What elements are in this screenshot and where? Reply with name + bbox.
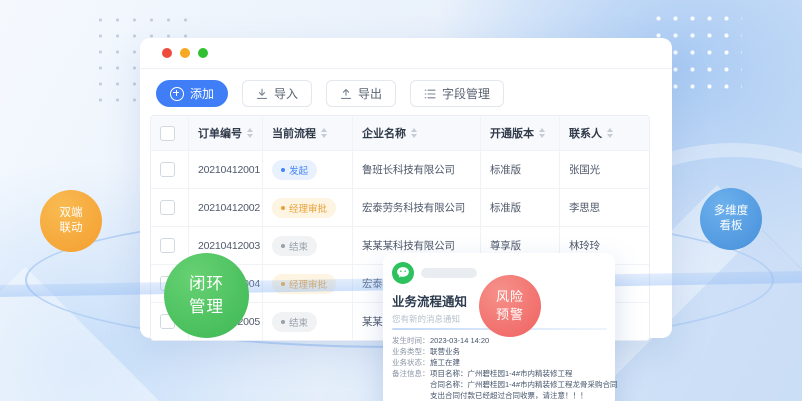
badge-text-line: 双端 xyxy=(60,206,83,221)
sender-placeholder xyxy=(421,268,477,278)
select-all-checkbox[interactable] xyxy=(160,126,175,141)
sort-icon[interactable] xyxy=(247,128,254,138)
badge-text-line: 预警 xyxy=(496,306,524,324)
row-checkbox[interactable] xyxy=(160,238,175,253)
window-titlebar xyxy=(140,38,672,69)
field-label: 备注信息： xyxy=(392,368,430,401)
remark-line: 支出合同付款已经超过合同收票，请注意！！！ xyxy=(430,390,618,401)
column-header-label: 订单编号 xyxy=(198,125,242,141)
download-icon xyxy=(256,88,268,100)
column-header-order-no[interactable]: 订单编号 xyxy=(188,116,262,150)
row-checkbox-cell xyxy=(151,151,188,188)
column-header-contact[interactable]: 联系人 xyxy=(559,116,649,150)
column-header-version[interactable]: 开通版本 xyxy=(480,116,559,150)
row-checkbox[interactable] xyxy=(160,162,175,177)
badge-closed-loop-management: 闭环 管理 xyxy=(164,253,249,338)
contact-cell: 张国光 xyxy=(559,151,649,188)
header-checkbox-cell xyxy=(151,116,188,150)
field-label: 业务类型： xyxy=(392,346,430,357)
remark-lines: 项目名称：广州碧桂园1-4#市内精装修工程 合同名称：广州碧桂园1-4#市内精装… xyxy=(430,368,618,401)
badge-text-line: 闭环 xyxy=(189,273,224,296)
page-background: 添加 导入 导出 字段管理 订单编号 当前流程 企业名称 开通版本 xyxy=(0,0,802,401)
export-button-label: 导出 xyxy=(358,85,382,102)
badge-text-line: 管理 xyxy=(189,296,224,319)
version-cell: 标准版 xyxy=(480,151,559,188)
table-header-row: 订单编号 当前流程 企业名称 开通版本 联系人 xyxy=(151,116,649,150)
upload-icon xyxy=(340,88,352,100)
status-badge: 结束 xyxy=(272,312,317,332)
field-value: 联营业务 xyxy=(430,346,460,357)
add-button-label: 添加 xyxy=(190,85,214,102)
badge-text-line: 联动 xyxy=(60,221,83,236)
company-cell: 宏泰劳务科技有限公司 xyxy=(352,189,480,226)
status-cell: 结束 xyxy=(262,303,352,340)
field-manage-button-label: 字段管理 xyxy=(442,85,490,102)
column-header-label: 联系人 xyxy=(569,125,602,141)
badge-text-line: 风险 xyxy=(496,288,524,306)
plus-circle-icon xyxy=(170,87,184,101)
column-header-company[interactable]: 企业名称 xyxy=(352,116,480,150)
contact-cell: 李思思 xyxy=(559,189,649,226)
row-checkbox[interactable] xyxy=(160,200,175,215)
field-value: 2023-03-14 14:20 xyxy=(430,335,489,346)
column-header-label: 当前流程 xyxy=(272,125,316,141)
wechat-icon xyxy=(392,262,414,284)
badge-dual-end-linkage: 双端 联动 xyxy=(40,190,102,252)
table-row: 20210412002 经理审批 宏泰劳务科技有限公司 标准版 李思思 xyxy=(151,188,649,226)
row-checkbox-cell xyxy=(151,227,188,264)
sort-icon[interactable] xyxy=(321,128,328,138)
row-checkbox-cell xyxy=(151,189,188,226)
status-cell: 结束 xyxy=(262,227,352,264)
toolbar: 添加 导入 导出 字段管理 xyxy=(156,80,504,107)
status-cell: 发起 xyxy=(262,151,352,188)
order-no-cell: 20210412002 xyxy=(188,189,262,226)
sort-icon[interactable] xyxy=(607,128,614,138)
maximize-window-icon[interactable] xyxy=(198,48,208,58)
notification-type-row: 业务类型： 联营业务 xyxy=(392,346,607,357)
field-label: 发生时间： xyxy=(392,335,430,346)
list-icon xyxy=(424,88,436,100)
status-badge: 结束 xyxy=(272,236,317,256)
badge-multi-dimension-dashboard: 多维度 看板 xyxy=(700,188,762,250)
status-badge: 经理审批 xyxy=(272,198,336,218)
status-cell: 经理审批 xyxy=(262,189,352,226)
sort-icon[interactable] xyxy=(539,128,546,138)
badge-text-line: 多维度 xyxy=(714,204,749,219)
minimize-window-icon[interactable] xyxy=(180,48,190,58)
notification-remark-row: 备注信息： 项目名称：广州碧桂园1-4#市内精装修工程 合同名称：广州碧桂园1-… xyxy=(392,368,607,401)
export-button[interactable]: 导出 xyxy=(326,80,396,107)
field-manage-button[interactable]: 字段管理 xyxy=(410,80,504,107)
add-button[interactable]: 添加 xyxy=(156,80,228,107)
table-row: 20210412001 发起 鲁班长科技有限公司 标准版 张国光 xyxy=(151,150,649,188)
field-label: 业务状态： xyxy=(392,357,430,368)
notification-time-row: 发生时间： 2023-03-14 14:20 xyxy=(392,335,607,346)
column-header-label: 企业名称 xyxy=(362,125,406,141)
import-button-label: 导入 xyxy=(274,85,298,102)
version-cell: 标准版 xyxy=(480,189,559,226)
field-value: 施工在建 xyxy=(430,357,460,368)
badge-text-line: 看板 xyxy=(720,219,743,234)
remark-line: 合同名称：广州碧桂园1-4#市内精装修工程龙骨采购合同 xyxy=(430,379,618,390)
import-button[interactable]: 导入 xyxy=(242,80,312,107)
badge-risk-alert: 风险 预警 xyxy=(479,275,541,337)
notification-state-row: 业务状态： 施工在建 xyxy=(392,357,607,368)
close-window-icon[interactable] xyxy=(162,48,172,58)
company-cell: 鲁班长科技有限公司 xyxy=(352,151,480,188)
remark-line: 项目名称：广州碧桂园1-4#市内精装修工程 xyxy=(430,368,618,379)
order-no-cell: 20210412001 xyxy=(188,151,262,188)
status-badge: 发起 xyxy=(272,160,317,180)
column-header-status[interactable]: 当前流程 xyxy=(262,116,352,150)
sort-icon[interactable] xyxy=(411,128,418,138)
column-header-label: 开通版本 xyxy=(490,125,534,141)
